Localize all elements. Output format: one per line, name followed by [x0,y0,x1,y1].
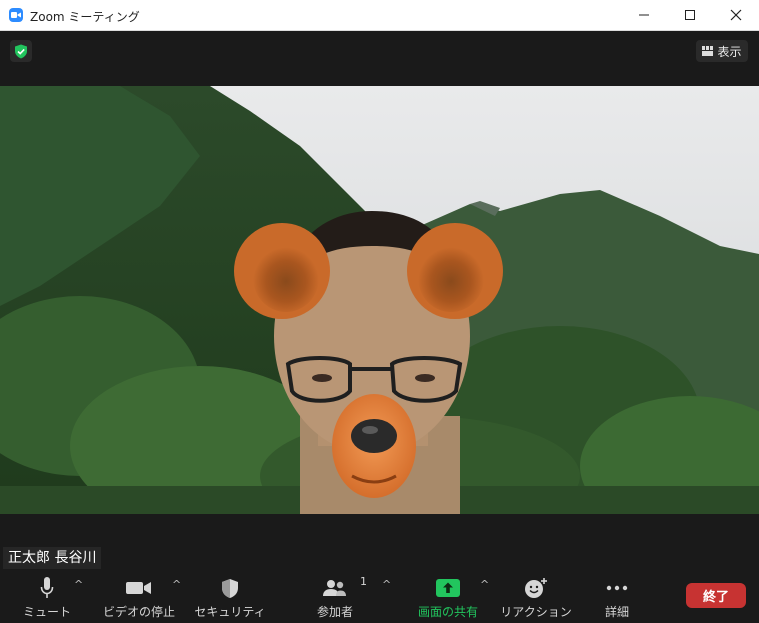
stop-video-label: ビデオの停止 [103,605,176,619]
video-frame-image [0,86,759,514]
mute-button[interactable]: ミュート [23,575,72,620]
more-button[interactable]: 詳細 [600,575,634,620]
close-button[interactable] [713,0,759,30]
security-button[interactable]: セキュリティ [194,575,266,620]
mute-label: ミュート [23,605,72,619]
more-label: 詳細 [604,605,629,619]
minimize-button[interactable] [621,0,667,30]
smiley-plus-icon [525,578,547,598]
reactions-label: リアクション [500,605,572,619]
audio-options-chevron-up-icon[interactable]: ^ [74,578,83,591]
window-title: Zoom ミーティング [30,10,140,24]
participants-button[interactable]: 1 参加者 [310,575,367,620]
microphone-icon [40,577,54,598]
share-screen-label: 画面の共有 [417,605,478,619]
view-button[interactable]: 表示 [696,40,748,62]
maximize-button[interactable] [667,0,713,30]
maximize-icon [685,10,695,20]
participant-name-label: 正太郎 長谷川 [3,547,102,569]
shield-check-icon [15,44,27,58]
video-options-chevron-up-icon[interactable]: ^ [172,578,181,591]
participants-icon [323,580,346,596]
participants-label: 参加者 [316,605,353,619]
participants-count: 1 [360,575,367,588]
title-bar: Zoom ミーティング [0,0,759,31]
encryption-shield-button[interactable] [10,40,32,62]
more-dots-icon [606,585,628,591]
video-camera-icon [126,582,151,594]
share-screen-button[interactable]: 画面の共有 [414,575,482,620]
video-feed [0,86,759,514]
close-icon [730,9,742,21]
share-options-chevron-up-icon[interactable]: ^ [480,578,489,591]
shield-icon [222,578,238,598]
view-label: 表示 [717,44,742,59]
end-meeting-button[interactable]: 終了 [686,583,746,608]
participants-options-chevron-up-icon[interactable]: ^ [382,578,391,591]
security-label: セキュリティ [194,605,266,619]
grid-view-icon [702,46,714,56]
zoom-app-icon [9,8,23,22]
minimize-icon [639,14,649,16]
meeting-top-bar [0,31,759,86]
share-screen-icon [436,579,460,597]
stop-video-button[interactable]: ビデオの停止 [103,575,175,620]
reactions-button[interactable]: リアクション [500,575,572,620]
